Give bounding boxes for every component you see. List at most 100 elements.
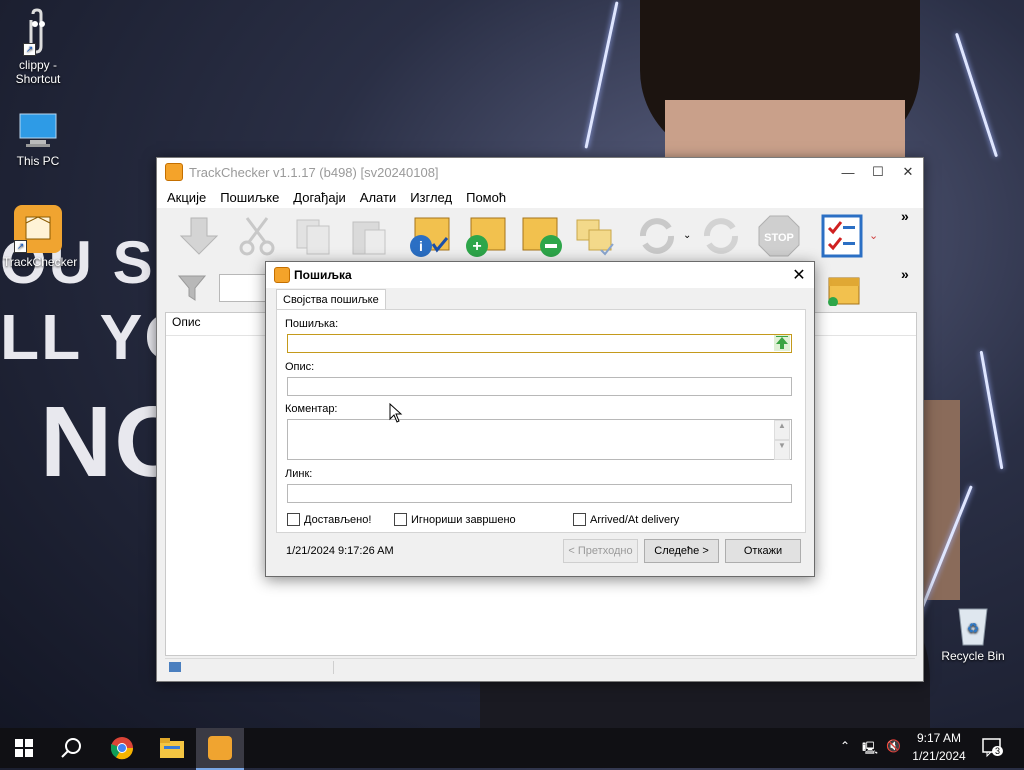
menu-shipments[interactable]: Пошиљке bbox=[220, 190, 279, 205]
dialog-title: Пошиљка bbox=[294, 268, 352, 282]
trackchecker-icon: ↗ bbox=[14, 205, 62, 253]
menu-help[interactable]: Помоћ bbox=[466, 190, 506, 205]
recycle-bin-icon: ♻ bbox=[953, 603, 993, 647]
copy-icon[interactable] bbox=[291, 214, 335, 258]
wallpaper-figure-face bbox=[665, 100, 905, 158]
desktop-icon-label: This PC bbox=[16, 154, 60, 168]
ignore-done-checkbox[interactable]: Игнориши завршено bbox=[394, 513, 516, 526]
stop-icon[interactable]: STOP bbox=[757, 214, 801, 258]
shipment-dialog: Пошиљка ✕ Својства пошиљке Пошиљка: Опис… bbox=[265, 261, 815, 577]
lightning-bolt bbox=[954, 32, 999, 158]
desktop-icon-label: TrackChecker bbox=[3, 255, 78, 269]
desktop-icon-recycle-bin[interactable]: ♻ Recycle Bin bbox=[938, 603, 1008, 663]
svg-text:i: i bbox=[419, 238, 423, 254]
shipment-label: Пошиљка: bbox=[285, 318, 339, 330]
maximize-button[interactable]: ☐ bbox=[863, 164, 893, 180]
minimize-button[interactable]: — bbox=[833, 165, 863, 180]
taskbar-file-explorer[interactable] bbox=[148, 728, 196, 768]
delivered-checkbox[interactable]: Достављено! bbox=[287, 513, 371, 526]
chrome-icon bbox=[110, 737, 134, 760]
menu-tools[interactable]: Алати bbox=[360, 190, 396, 205]
windows-icon bbox=[15, 739, 33, 757]
menu-view[interactable]: Изглед bbox=[410, 190, 452, 205]
upload-icon[interactable] bbox=[774, 335, 790, 351]
status-divider bbox=[333, 661, 334, 674]
notification-count-badge: 3 bbox=[992, 746, 1004, 756]
status-bar bbox=[165, 658, 915, 677]
desktop-icon-clippy[interactable]: ↗ clippy - Shortcut bbox=[3, 8, 73, 86]
desktop-icon-label: Recycle Bin bbox=[941, 649, 1005, 663]
link-label: Линк: bbox=[285, 468, 313, 480]
svg-text:♻: ♻ bbox=[967, 620, 980, 636]
menu-actions[interactable]: Акције bbox=[167, 190, 206, 205]
folder-icon bbox=[160, 738, 184, 758]
scroll-down-icon[interactable]: ▼ bbox=[774, 440, 790, 460]
refresh-all-icon[interactable] bbox=[699, 214, 743, 258]
scroll-up-icon[interactable]: ▲ bbox=[774, 420, 790, 440]
start-button[interactable] bbox=[0, 728, 48, 768]
computer-icon bbox=[16, 108, 60, 152]
link-input[interactable] bbox=[287, 484, 792, 503]
comment-label: Коментар: bbox=[285, 403, 338, 415]
arrived-checkbox[interactable]: Arrived/At delivery bbox=[573, 513, 679, 526]
arrived-label: Arrived/At delivery bbox=[590, 513, 680, 526]
add-package-icon[interactable]: + bbox=[463, 214, 507, 258]
show-hidden-icons-icon[interactable]: ⌃ bbox=[840, 739, 850, 753]
toolbar-more-button[interactable]: » bbox=[901, 266, 909, 282]
refresh-icon[interactable] bbox=[635, 214, 679, 258]
desktop-icon-this-pc[interactable]: This PC bbox=[3, 108, 73, 168]
comment-scrollbar[interactable]: ▲ ▼ bbox=[774, 420, 790, 460]
desktop-icon-label: clippy - Shortcut bbox=[15, 58, 61, 86]
network-tray-icon[interactable]: 🖳 bbox=[862, 739, 878, 760]
cancel-button[interactable]: Откажи bbox=[725, 539, 801, 563]
tab-panel: Пошиљка: Опис: Коментар: ▲ ▼ Линк: Доста… bbox=[276, 309, 806, 533]
chevron-down-icon[interactable]: ⌄ bbox=[683, 214, 695, 258]
shortcut-arrow-icon: ↗ bbox=[14, 240, 27, 253]
package-icon[interactable] bbox=[827, 272, 861, 309]
next-button[interactable]: Следеће > bbox=[644, 539, 719, 563]
window-title: TrackChecker v1.1.17 (b498) [sv20240108] bbox=[189, 164, 439, 180]
delivered-label: Достављено! bbox=[304, 513, 372, 526]
filter-input[interactable] bbox=[219, 274, 271, 302]
chevron-down-icon[interactable]: ⌄ bbox=[869, 214, 883, 258]
dialog-close-button[interactable]: ✕ bbox=[784, 265, 814, 285]
trackchecker-icon bbox=[208, 736, 232, 760]
tab-shipment-properties[interactable]: Својства пошиљке bbox=[276, 289, 386, 310]
description-input[interactable] bbox=[287, 377, 792, 396]
menu-events[interactable]: Догађаји bbox=[293, 190, 345, 205]
checklist-icon[interactable] bbox=[821, 214, 865, 258]
down-arrow-icon[interactable] bbox=[177, 214, 221, 258]
taskbar: ⌃ 🖳 🔇 9:17 AM 1/21/2024 3 bbox=[0, 728, 1024, 770]
close-button[interactable]: ✕ bbox=[893, 164, 923, 180]
lightning-bolt bbox=[584, 1, 619, 149]
previous-button[interactable]: < Претходно bbox=[563, 539, 638, 563]
search-button[interactable] bbox=[48, 728, 96, 768]
packages-check-icon[interactable] bbox=[573, 214, 617, 258]
remove-package-icon[interactable] bbox=[519, 214, 563, 258]
taskbar-trackchecker[interactable] bbox=[196, 728, 244, 770]
menu-bar: Акције Пошиљке Догађаји Алати Изглед Пом… bbox=[157, 186, 923, 208]
cut-icon[interactable] bbox=[235, 214, 279, 258]
paperclip-icon: ↗ bbox=[23, 8, 53, 56]
clock-date[interactable]: 1/21/2024 bbox=[912, 749, 966, 763]
main-toolbar: i + ⌄ STOP ⌄ » bbox=[157, 208, 921, 264]
dialog-timestamp: 1/21/2024 9:17:26 AM bbox=[286, 545, 394, 557]
info-package-icon[interactable]: i bbox=[407, 214, 451, 258]
app-icon bbox=[165, 163, 183, 181]
notification-center-button[interactable]: 3 bbox=[982, 738, 1004, 761]
shipment-input[interactable] bbox=[287, 334, 792, 353]
column-description[interactable]: Опис bbox=[172, 315, 201, 329]
comment-textarea[interactable] bbox=[287, 419, 792, 460]
checkbox-box bbox=[573, 513, 586, 526]
desktop-icon-trackchecker[interactable]: ↗ TrackChecker bbox=[3, 205, 78, 269]
dialog-titlebar[interactable]: Пошиљка ✕ bbox=[266, 262, 814, 288]
lightning-bolt bbox=[979, 350, 1004, 470]
shortcut-arrow-icon: ↗ bbox=[23, 43, 36, 56]
toolbar-more-button[interactable]: » bbox=[901, 208, 915, 252]
taskbar-chrome[interactable] bbox=[98, 728, 146, 768]
clock-time[interactable]: 9:17 AM bbox=[916, 731, 962, 745]
filter-icon[interactable] bbox=[177, 272, 207, 305]
window-titlebar[interactable]: TrackChecker v1.1.17 (b498) [sv20240108]… bbox=[157, 158, 923, 186]
volume-muted-icon[interactable]: 🔇 bbox=[886, 739, 901, 753]
paste-icon[interactable] bbox=[347, 214, 391, 258]
